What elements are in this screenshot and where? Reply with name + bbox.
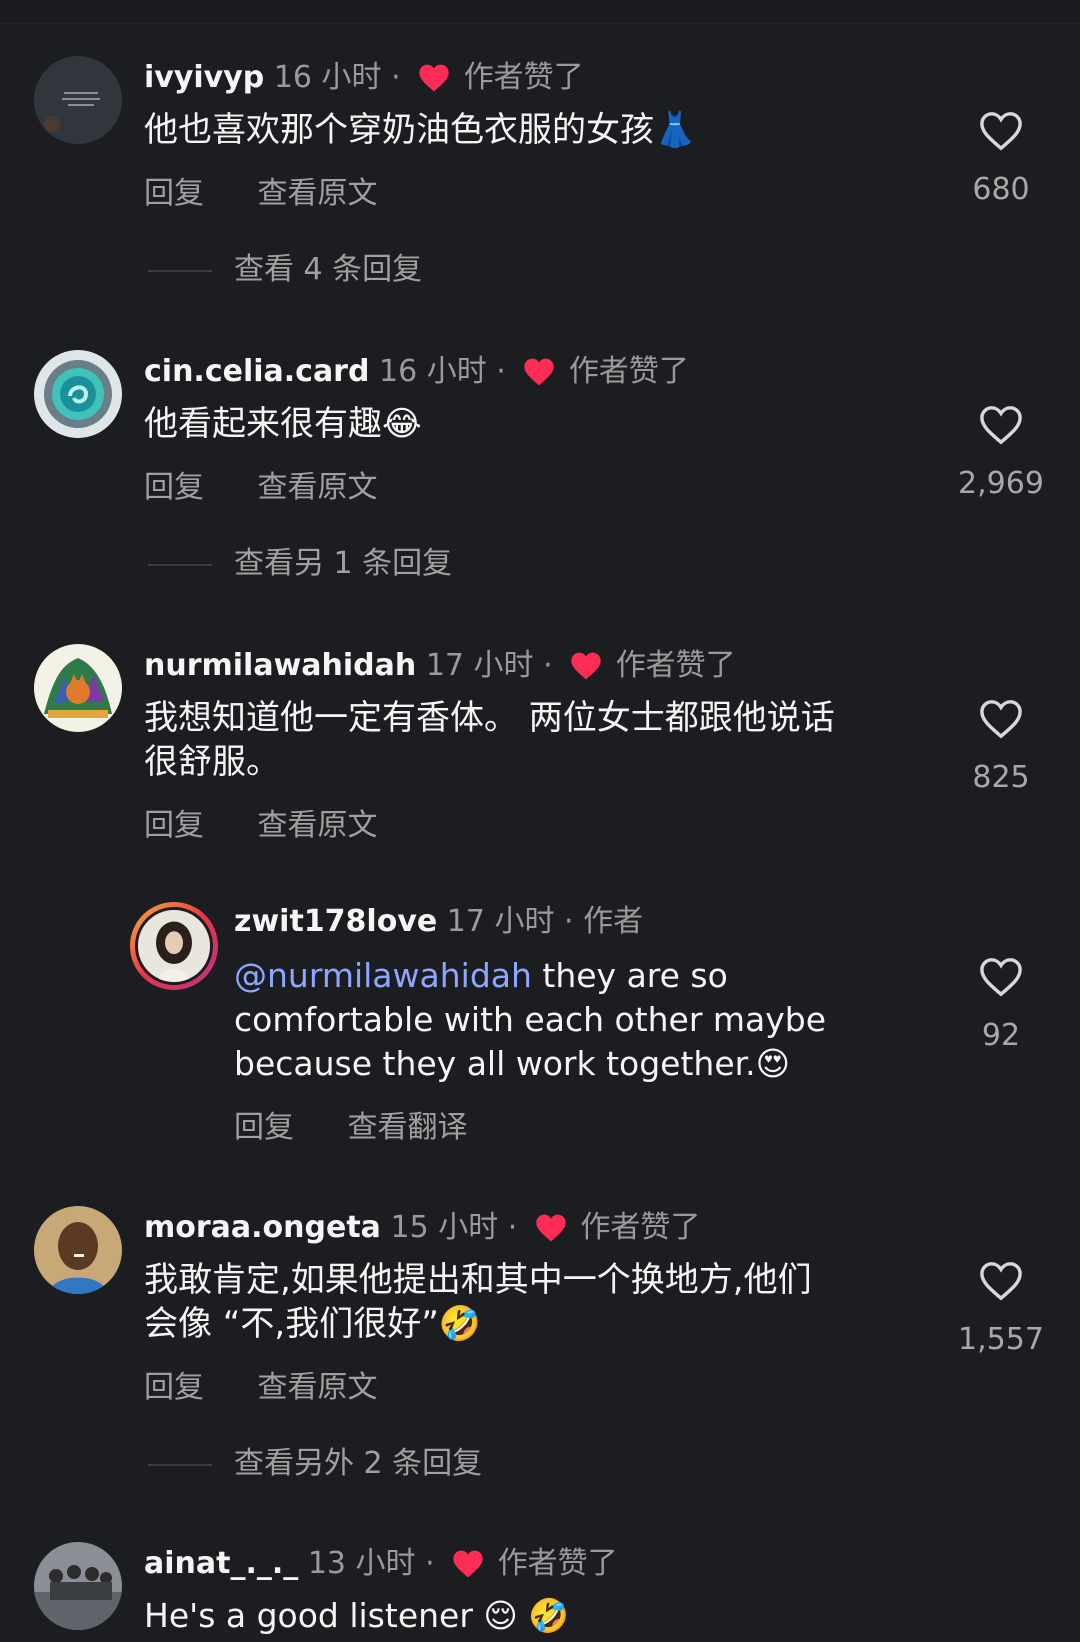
top-divider — [0, 0, 1080, 24]
see-translation-button[interactable]: 查看翻译 — [348, 1110, 468, 1145]
reply-button[interactable]: 回复 — [234, 1110, 294, 1145]
comment-text: He's a good listener — [144, 1596, 484, 1635]
separator: · — [533, 648, 563, 683]
comment-emoji: 👗 — [654, 110, 697, 150]
timestamp: 17 小时 — [446, 904, 555, 939]
avatar[interactable] — [130, 902, 218, 990]
comment-text-line: 会像 “不,我们很好” — [144, 1304, 439, 1344]
timestamp: 16 小时 — [379, 354, 487, 389]
separator: · — [381, 60, 411, 95]
avatar[interactable] — [34, 350, 122, 438]
view-replies-label: 查看另外 2 条回复 — [234, 1446, 483, 1481]
reply-button[interactable]: 回复 — [144, 1370, 204, 1405]
separator: · — [498, 1210, 527, 1245]
author-liked-badge: 作者赞了 — [568, 354, 689, 389]
username[interactable]: moraa.ongeta — [144, 1210, 381, 1245]
like-button[interactable]: 680 — [951, 110, 1051, 208]
reply-button[interactable]: 回复 — [144, 808, 204, 843]
comment-text-line: 我想知道他一定有香体。 两位女士都跟他说话 — [144, 698, 835, 738]
avatar[interactable] — [34, 1206, 122, 1294]
timestamp: 15 小时 — [390, 1210, 499, 1245]
comment-text: 他也喜欢那个穿奶油色衣服的女孩 — [144, 110, 654, 150]
comment-emoji: 😌 🤣 — [483, 1596, 570, 1635]
like-count: 92 — [981, 1018, 1021, 1053]
comment-text: they are so — [531, 956, 728, 995]
author-liked-badge: 作者赞了 — [463, 60, 584, 95]
view-replies-button[interactable]: 查看另外 2 条回复 — [148, 1446, 482, 1482]
heart-filled-icon — [419, 64, 449, 92]
replies-divider — [148, 269, 212, 272]
heart-outline-icon — [980, 1262, 1022, 1301]
username[interactable]: nurmilawahidah — [144, 648, 416, 683]
username[interactable]: zwit178love — [234, 904, 437, 939]
view-replies-button[interactable]: 查看 4 条回复 — [148, 252, 422, 288]
like-count: 1,557 — [958, 1322, 1044, 1357]
comment-text-line: comfortable with each other maybe — [234, 1000, 827, 1039]
heart-outline-icon — [980, 958, 1022, 997]
username[interactable]: ivyivyp — [144, 60, 264, 95]
username[interactable]: ainat_._._ — [144, 1546, 298, 1581]
avatar[interactable] — [34, 56, 122, 144]
like-button[interactable]: 92 — [951, 956, 1051, 1054]
reply-button[interactable]: 回复 — [144, 470, 204, 505]
heart-filled-icon — [536, 1214, 566, 1242]
author-liked-badge: 作者赞了 — [615, 648, 736, 683]
timestamp: 13 小时 — [307, 1546, 416, 1581]
timestamp: 17 小时 — [425, 648, 534, 683]
heart-outline-icon — [980, 112, 1022, 151]
author-badge: 作者 — [583, 904, 644, 939]
replies-divider — [148, 1463, 212, 1466]
separator: · — [554, 904, 584, 939]
author-liked-badge: 作者赞了 — [497, 1546, 618, 1581]
view-replies-label: 查看另 1 条回复 — [234, 546, 453, 581]
heart-filled-icon — [524, 358, 555, 386]
separator: · — [486, 354, 516, 389]
like-button[interactable]: 825 — [951, 698, 1051, 796]
separator: · — [415, 1546, 445, 1581]
avatar[interactable] — [34, 644, 122, 732]
avatar[interactable] — [34, 1542, 122, 1630]
comment-text-line: 我敢肯定,如果他提出和其中一个换地方,他们 — [144, 1260, 812, 1300]
like-count: 680 — [972, 172, 1030, 207]
username[interactable]: cin.celia.card — [144, 354, 369, 389]
view-replies-button[interactable]: 查看另 1 条回复 — [148, 546, 452, 582]
timestamp: 16 小时 — [273, 60, 382, 95]
see-original-button[interactable]: 查看原文 — [258, 176, 378, 211]
like-button[interactable]: 2,969 — [951, 404, 1051, 502]
mention-link[interactable]: @nurmilawahidah — [234, 956, 532, 995]
author-liked-badge: 作者赞了 — [580, 1210, 701, 1245]
heart-outline-icon — [980, 700, 1022, 739]
comment-text-line: 很舒服。 — [144, 742, 280, 782]
like-button[interactable]: 1,557 — [951, 1260, 1051, 1358]
comment-emoji: 😍 — [755, 1044, 791, 1083]
like-count: 2,969 — [958, 466, 1044, 501]
replies-divider — [148, 563, 212, 566]
heart-filled-icon — [571, 652, 601, 680]
see-original-button[interactable]: 查看原文 — [258, 808, 378, 843]
heart-outline-icon — [980, 406, 1022, 445]
see-original-button[interactable]: 查看原文 — [258, 1370, 378, 1405]
comment-text: 他看起来很有趣 — [144, 404, 382, 444]
reply-button[interactable]: 回复 — [144, 176, 204, 211]
like-count: 825 — [972, 760, 1030, 795]
comment-emoji: 😂 — [382, 404, 422, 444]
heart-filled-icon — [453, 1550, 483, 1578]
see-original-button[interactable]: 查看原文 — [258, 470, 378, 505]
view-replies-label: 查看 4 条回复 — [234, 252, 423, 287]
comment-text-line: because they all work together. — [234, 1044, 756, 1083]
comment-emoji: 🤣 — [438, 1304, 482, 1344]
